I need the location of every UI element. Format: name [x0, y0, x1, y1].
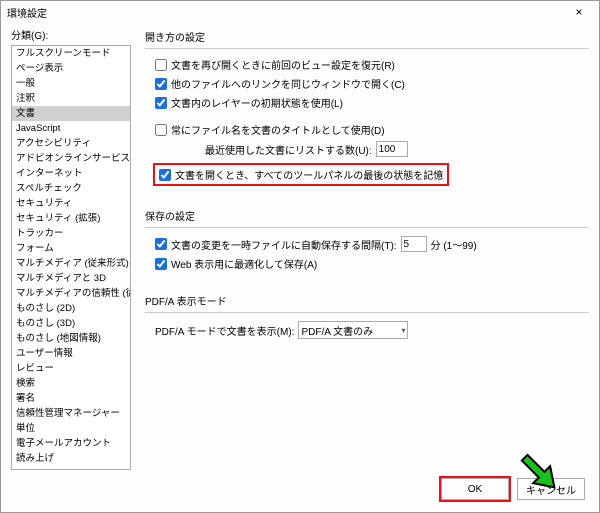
category-item[interactable]: レビュー [12, 361, 130, 376]
category-item[interactable]: 一般 [12, 76, 130, 91]
pdfa-mode-label: PDF/A モードで文書を表示(M): [155, 323, 294, 338]
category-item[interactable]: マルチメディアと 3D [12, 271, 130, 286]
restore-view-checkbox[interactable] [155, 59, 167, 71]
close-icon[interactable]: × [565, 5, 593, 19]
separator [145, 312, 589, 313]
autosave-label-pre: 文書の変更を一時ファイルに自動保存する間隔(T): [171, 237, 397, 252]
recent-docs-label: 最近使用した文書にリストする数(U): [205, 142, 372, 157]
category-item[interactable]: 電子メールアカウント [12, 436, 130, 451]
optimize-web-label: Web 表示用に最適化して保存(A) [171, 256, 317, 271]
saving-group-title: 保存の設定 [145, 208, 589, 223]
pdfa-mode-select[interactable]: PDF/A 文書のみ ▾ [298, 321, 408, 339]
category-item[interactable]: ページ表示 [12, 61, 130, 76]
opening-group-title: 開き方の設定 [145, 29, 589, 44]
category-item[interactable]: スペルチェック [12, 181, 130, 196]
pdfa-group-title: PDF/A 表示モード [145, 293, 589, 308]
settings-panel: 開き方の設定 文書を再び開くときに前回のビュー設定を復元(R) 他のファイルへの… [145, 27, 589, 470]
category-panel: 分類(G): フルスクリーンモードページ表示一般注釈文書JavaScriptアク… [11, 27, 131, 470]
chevron-down-icon: ▾ [401, 326, 405, 335]
separator [145, 48, 589, 49]
separator [145, 227, 589, 228]
category-item[interactable]: ものさし (地図情報) [12, 331, 130, 346]
use-layer-initial-checkbox[interactable] [155, 97, 167, 109]
category-item[interactable]: ものさし (3D) [12, 316, 130, 331]
remember-panels-highlight: 文書を開くとき、すべてのツールパネルの最後の状態を記憶 [153, 163, 449, 186]
category-item[interactable]: アドビオンラインサービス [12, 151, 130, 166]
category-item[interactable]: セキュリティ [12, 196, 130, 211]
remember-panels-checkbox[interactable] [159, 169, 171, 181]
category-item[interactable]: マルチメディアの信頼性 (従来形式) [12, 286, 130, 301]
category-item[interactable]: 署名 [12, 391, 130, 406]
pdfa-mode-value: PDF/A 文書のみ [301, 323, 373, 338]
dialog-footer: OK キャンセル [1, 470, 599, 512]
category-item[interactable]: 検索 [12, 376, 130, 391]
category-item[interactable]: 信頼性管理マネージャー [12, 406, 130, 421]
titlebar: 環境設定 × [1, 1, 599, 23]
category-item[interactable]: JavaScript [12, 121, 130, 136]
category-item[interactable]: 文書 [12, 106, 130, 121]
category-item[interactable]: ものさし (2D) [12, 301, 130, 316]
category-item[interactable]: マルチメディア (従来形式) [12, 256, 130, 271]
category-item[interactable]: アクセシビリティ [12, 136, 130, 151]
autosave-checkbox[interactable] [155, 238, 167, 250]
remember-panels-label: 文書を開くとき、すべてのツールパネルの最後の状態を記憶 [175, 167, 443, 182]
category-item[interactable]: インターネット [12, 166, 130, 181]
category-item[interactable]: 単位 [12, 421, 130, 436]
category-listbox[interactable]: フルスクリーンモードページ表示一般注釈文書JavaScriptアクセシビリティア… [11, 45, 131, 470]
category-item[interactable]: ユーザー情報 [12, 346, 130, 361]
category-label: 分類(G): [11, 27, 131, 42]
category-item[interactable]: 読み上げ [12, 451, 130, 466]
open-link-same-window-checkbox[interactable] [155, 78, 167, 90]
open-link-same-window-label: 他のファイルへのリンクを同じウィンドウで開く(C) [171, 76, 405, 91]
category-item[interactable]: フォーム [12, 241, 130, 256]
autosave-label-post: 分 (1〜99) [431, 237, 477, 252]
dialog-title: 環境設定 [7, 5, 47, 20]
category-item[interactable]: トラッカー [12, 226, 130, 241]
restore-view-label: 文書を再び開くときに前回のビュー設定を復元(R) [171, 57, 395, 72]
recent-docs-input[interactable] [376, 141, 408, 157]
autosave-interval-input[interactable] [401, 236, 427, 252]
preferences-dialog: 環境設定 × 分類(G): フルスクリーンモードページ表示一般注釈文書JavaS… [0, 0, 600, 513]
cancel-button[interactable]: キャンセル [517, 478, 585, 500]
category-item[interactable]: 注釈 [12, 91, 130, 106]
use-layer-initial-label: 文書内のレイヤーの初期状態を使用(L) [171, 95, 343, 110]
optimize-web-checkbox[interactable] [155, 258, 167, 270]
use-filename-title-label: 常にファイル名を文書のタイトルとして使用(D) [171, 122, 385, 137]
category-item[interactable]: フルスクリーンモード [12, 46, 130, 61]
ok-button[interactable]: OK [441, 478, 509, 500]
category-item[interactable]: セキュリティ (拡張) [12, 211, 130, 226]
use-filename-title-checkbox[interactable] [155, 124, 167, 136]
